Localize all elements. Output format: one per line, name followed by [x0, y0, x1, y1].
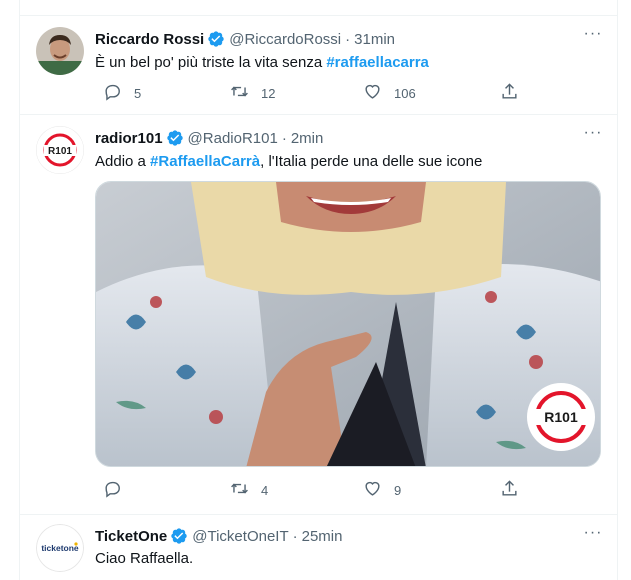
display-name[interactable]: Riccardo Rossi	[95, 31, 204, 48]
share-icon	[500, 479, 519, 501]
separator-dot: ·	[345, 30, 351, 48]
share-icon	[500, 82, 519, 104]
tweet-actions: 4 9	[95, 479, 535, 499]
display-name[interactable]: radior101	[95, 130, 163, 147]
user-handle[interactable]: @RadioR101	[188, 130, 278, 147]
tweet-media-image[interactable]: R101	[95, 181, 601, 467]
heart-icon	[363, 82, 382, 104]
more-options-icon[interactable]: ···	[583, 525, 603, 543]
tweet-text: È un bel po' più triste la vita senza #r…	[95, 53, 429, 73]
verified-badge-icon	[170, 527, 188, 545]
reply-button[interactable]: 5	[103, 82, 141, 104]
retweet-count: 12	[261, 85, 276, 101]
separator-dot: ·	[281, 129, 287, 147]
tweet-header: TicketOne @TicketOneIT · 25min	[95, 526, 342, 546]
separator-dot: ·	[292, 527, 298, 545]
heart-icon	[363, 479, 382, 501]
reply-icon	[103, 479, 122, 501]
display-name[interactable]: TicketOne	[95, 528, 167, 545]
like-button[interactable]: 106	[363, 82, 416, 104]
retweet-count: 4	[261, 482, 269, 498]
tweet[interactable]: Riccardo Rossi @RiccardoRossi · 31min ··…	[20, 15, 617, 115]
avatar[interactable]	[36, 27, 84, 75]
retweet-icon	[230, 479, 249, 501]
like-count: 9	[394, 482, 402, 498]
like-count: 106	[394, 85, 416, 101]
like-button[interactable]: 9	[363, 479, 401, 501]
more-options-icon[interactable]: ···	[583, 26, 603, 44]
tweet-text-body: Ciao Raffaella.	[95, 550, 194, 567]
timestamp[interactable]: 2min	[291, 130, 324, 147]
share-button[interactable]	[500, 479, 519, 501]
tweet-actions: 5 12 106	[95, 82, 535, 102]
hashtag-link[interactable]: #RaffaellaCarrà	[150, 153, 260, 170]
avatar[interactable]: ticketone	[36, 524, 84, 572]
avatar[interactable]: R101	[36, 126, 84, 174]
verified-badge-icon	[166, 129, 184, 147]
r101-avatar-logo-text: R101	[48, 146, 72, 157]
user-handle[interactable]: @TicketOneIT	[192, 528, 288, 545]
retweet-icon	[230, 82, 249, 104]
user-handle[interactable]: @RiccardoRossi	[229, 31, 341, 48]
tweet-text-body-end: , l'Italia perde una delle sue icone	[260, 153, 483, 170]
tweet-text: Addio a #RaffaellaCarrà, l'Italia perde …	[95, 152, 482, 172]
reply-icon	[103, 82, 122, 104]
tweet[interactable]: R101 radior101 @RadioR101 · 2min ··· Add…	[20, 115, 617, 515]
tweet-text-body: Addio a	[95, 153, 151, 170]
timeline: Riccardo Rossi @RiccardoRossi · 31min ··…	[19, 0, 618, 580]
verified-badge-icon	[207, 30, 225, 48]
tweet-header: Riccardo Rossi @RiccardoRossi · 31min	[95, 29, 395, 49]
timestamp[interactable]: 25min	[302, 528, 343, 545]
retweet-button[interactable]: 4	[230, 479, 268, 501]
share-button[interactable]	[500, 82, 519, 104]
ticketone-avatar-logo-text: ticketone	[41, 543, 79, 553]
timestamp[interactable]: 31min	[354, 31, 395, 48]
retweet-button[interactable]: 12	[230, 82, 275, 104]
reply-count: 5	[134, 85, 142, 101]
tweet-text-body: È un bel po' più triste la vita senza	[95, 54, 327, 71]
tweet-header: radior101 @RadioR101 · 2min	[95, 128, 323, 148]
r101-watermark-text: R101	[544, 409, 578, 425]
more-options-icon[interactable]: ···	[583, 125, 603, 143]
tweet-text: Ciao Raffaella.	[95, 549, 193, 569]
hashtag-link[interactable]: #raffaellacarra	[326, 54, 429, 71]
reply-button[interactable]	[103, 479, 134, 501]
tweet[interactable]: ticketone TicketOne @TicketOneIT · 25min…	[20, 515, 617, 580]
